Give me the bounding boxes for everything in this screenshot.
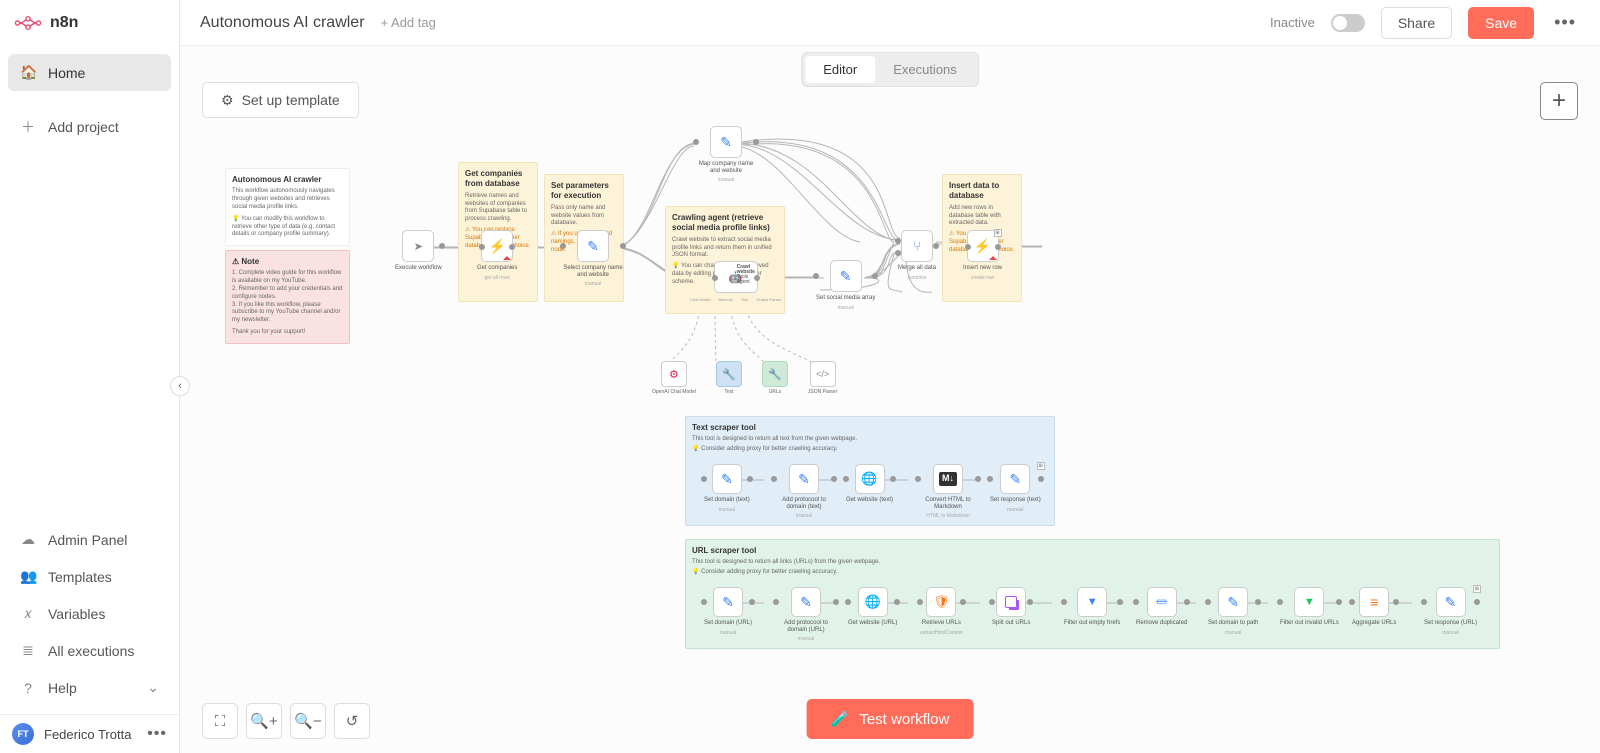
node-set-response-text[interactable]: ⊞Set response (text)manual (990, 464, 1041, 513)
sidebar-item-home[interactable]: 🏠Home (8, 54, 171, 91)
home-icon: 🏠 (20, 64, 36, 81)
fit-view-button[interactable]: ⛶ (202, 703, 238, 739)
agent-tools: ⚙OpenAI Chat Model 🔧Text 🔧URLs </>JSON P… (652, 361, 837, 395)
node-insert[interactable]: ⊞ Insert new row create row (963, 230, 1002, 281)
node-openai[interactable]: ⚙OpenAI Chat Model (652, 361, 696, 395)
workflow-more-button[interactable]: ••• (1550, 12, 1580, 33)
sidebar-item-help[interactable]: ?Help⌄ (8, 669, 171, 706)
tool-icon: 🔧 (768, 368, 782, 381)
node-aggregate[interactable]: Aggregate URLs (1352, 587, 1396, 627)
node-add-proto-url[interactable]: Add protocool to domain (URL)manual (776, 587, 836, 643)
node-set-domain-path[interactable]: Set domain to pathmanual (1208, 587, 1258, 636)
sidebar-item-add-project[interactable]: ＋Add project (8, 107, 171, 147)
active-label: Inactive (1270, 15, 1315, 30)
canvas-controls: ⛶ 🔍+ 🔍− ↺ (202, 703, 370, 739)
topbar: Autonomous AI crawler + Add tag Inactive… (180, 0, 1600, 46)
node-urls-tool[interactable]: 🔧URLs (762, 361, 788, 395)
sidebar-item-executions[interactable]: ≣All executions (8, 632, 171, 669)
workflow-graph[interactable]: Autonomous AI crawler This workflow auto… (180, 46, 1600, 753)
tool-icon: 🔧 (722, 368, 736, 381)
node-crawl-website[interactable]: Crawl websiteTools Agent Chat Model Memo… (690, 261, 781, 302)
openai-icon: ⚙ (669, 368, 679, 381)
node-set-social[interactable]: Set social media array manual (816, 260, 875, 311)
list-icon: ≣ (20, 642, 36, 659)
cloud-icon: ☁ (20, 531, 36, 548)
zoom-in-button[interactable]: 🔍+ (246, 703, 282, 739)
node-retrieve-urls[interactable]: Retrieve URLsextractHtmlContent (920, 587, 963, 636)
sticky-note[interactable]: ⚠ Note 1. Complete video guide for this … (225, 250, 350, 344)
node-select-company[interactable]: Select company name and website manual (563, 230, 623, 287)
active-toggle[interactable] (1331, 14, 1365, 32)
help-icon: ? (20, 680, 36, 696)
node-text-tool[interactable]: 🔧Text (716, 361, 742, 395)
reset-button[interactable]: ↺ (334, 703, 370, 739)
node-convert-md[interactable]: Convert HTML to MarkdownHTML to Markdown (918, 464, 978, 520)
node-set-domain-text[interactable]: Set domain (text)manual (704, 464, 750, 513)
user-menu[interactable]: FT Federico Trotta ••• (0, 714, 179, 753)
node-remove-dup[interactable]: Remove duplicated (1136, 587, 1187, 627)
more-icon[interactable]: ••• (147, 725, 167, 743)
sidebar-item-templates[interactable]: 👥Templates (8, 558, 171, 595)
node-set-response-url[interactable]: ⊞Set response (URL)manual (1424, 587, 1477, 636)
workflow-title[interactable]: Autonomous AI crawler (200, 14, 365, 32)
avatar: FT (12, 723, 34, 745)
logo-text: n8n (50, 14, 78, 32)
save-button[interactable]: Save (1468, 7, 1534, 39)
node-set-domain-url[interactable]: Set domain (URL)manual (704, 587, 752, 636)
sidebar-item-variables[interactable]: 𝑥Variables (8, 595, 171, 632)
sidebar-item-admin[interactable]: ☁Admin Panel (8, 521, 171, 558)
node-filter-empty[interactable]: Filter out empty hrefs (1064, 587, 1120, 627)
n8n-logo-icon (14, 13, 42, 33)
node-json-parser[interactable]: </>JSON Parser (808, 361, 837, 395)
code-icon: </> (816, 369, 829, 379)
plus-icon: ＋ (20, 117, 36, 137)
node-map-company[interactable]: Map company name and website manual (696, 126, 756, 183)
test-workflow-button[interactable]: 🧪Test workflow (807, 699, 974, 739)
sticky-intro[interactable]: Autonomous AI crawler This workflow auto… (225, 168, 350, 246)
zoom-out-button[interactable]: 🔍− (290, 703, 326, 739)
templates-icon: 👥 (20, 568, 36, 585)
canvas[interactable]: Editor Executions ⚙Set up template + (180, 46, 1600, 753)
user-name: Federico Trotta (44, 727, 137, 742)
node-filter-invalid[interactable]: Filter out invalid URLs (1280, 587, 1339, 627)
node-get-website-text[interactable]: Get website (text) (846, 464, 893, 504)
node-merge[interactable]: Merge all data combine (898, 230, 936, 281)
variables-icon: 𝑥 (20, 605, 36, 622)
sticky-url-tool[interactable]: URL scraper tool This tool is designed t… (685, 539, 1500, 649)
node-split-urls[interactable]: Split out URLs (992, 587, 1030, 627)
chevron-down-icon: ⌄ (89, 679, 159, 696)
share-button[interactable]: Share (1381, 7, 1452, 39)
add-tag-button[interactable]: + Add tag (381, 15, 436, 30)
sidebar: n8n 🏠Home ＋Add project ☁Admin Panel 👥Tem… (0, 0, 180, 753)
sidebar-collapse-button[interactable]: ‹ (170, 376, 190, 396)
node-get-companies[interactable]: Get companies get all rows (477, 230, 517, 281)
node-add-proto-text[interactable]: Add protocool to domain (text)manual (774, 464, 834, 520)
node-get-website-url[interactable]: Get website (URL) (848, 587, 897, 627)
flask-icon: 🧪 (831, 710, 850, 728)
sticky-text-tool[interactable]: Text scraper tool This tool is designed … (685, 416, 1055, 526)
node-execute-workflow[interactable]: Execute workflow (395, 230, 442, 272)
logo[interactable]: n8n (0, 0, 179, 46)
